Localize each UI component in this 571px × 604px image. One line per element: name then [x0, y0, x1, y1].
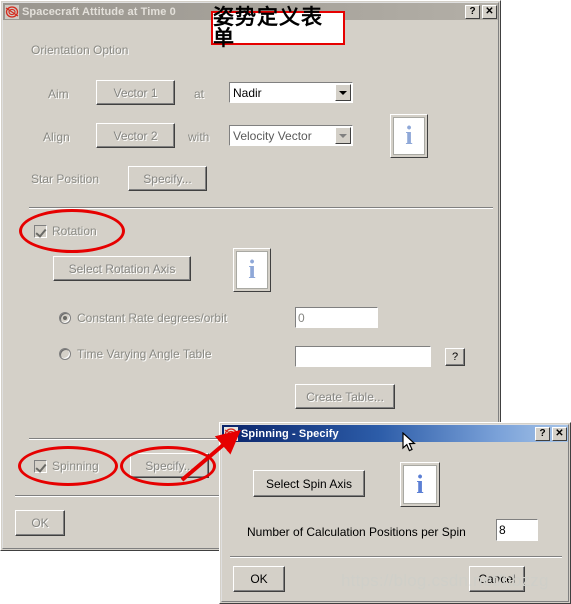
select-spin-axis-label: Select Spin Axis — [265, 476, 353, 491]
align-target-combo[interactable]: Velocity Vector — [229, 125, 353, 146]
constant-rate-label: Constant Rate degrees/orbit — [77, 311, 228, 325]
info-icon: i — [248, 255, 256, 284]
mouse-cursor — [402, 432, 416, 452]
aim-target-value: Nadir — [233, 85, 262, 100]
main-window-title: Spacecraft Attitude at Time 0 — [22, 5, 176, 18]
blog-watermark: https://blog.csdn.net/hbzzg — [341, 571, 549, 590]
aim-label: Aim — [48, 87, 69, 101]
app-icon — [5, 4, 19, 19]
spinning-checkbox-label: Spinning — [52, 459, 99, 473]
time-varying-table-input[interactable] — [295, 346, 431, 367]
select-rotation-axis-label: Select Rotation Axis — [68, 261, 176, 276]
chevron-down-icon[interactable] — [335, 127, 351, 144]
align-target-value: Velocity Vector — [233, 128, 312, 143]
select-spin-axis-button[interactable]: Select Spin Axis — [253, 470, 365, 497]
chevron-down-icon[interactable] — [335, 84, 351, 101]
time-varying-radio[interactable]: Time Varying Angle Table — [59, 347, 212, 361]
app-icon — [224, 426, 238, 441]
main-ok-button[interactable]: OK — [15, 510, 65, 536]
spinning-ok-button[interactable]: OK — [233, 566, 285, 592]
spinning-help-button[interactable]: ? — [535, 426, 550, 441]
select-rotation-axis-button[interactable]: Select Rotation Axis — [53, 256, 191, 281]
rotation-checkbox[interactable]: Rotation — [34, 224, 97, 238]
spinning-info-button[interactable]: i — [400, 462, 440, 507]
aim-target-combo[interactable]: Nadir — [229, 82, 353, 103]
info-icon: i — [416, 469, 424, 499]
spinning-close-button[interactable]: ✕ — [552, 426, 567, 441]
spinning-ok-label: OK — [250, 572, 268, 586]
align-vector-button[interactable]: Vector 2 — [96, 123, 175, 148]
orientation-rotation-divider — [29, 207, 493, 209]
constant-rate-value: 0 — [298, 310, 305, 325]
positions-per-spin-value: 8 — [499, 523, 506, 537]
constant-rate-radio-dot[interactable] — [59, 312, 71, 324]
spinning-checkbox[interactable]: Spinning — [34, 459, 99, 473]
star-position-specify-button[interactable]: Specify... — [128, 166, 207, 191]
spinning-specify-button[interactable]: Specify... — [130, 453, 209, 478]
at-label: at — [194, 87, 205, 101]
spinning-checkbox-box[interactable] — [34, 459, 47, 473]
create-table-button[interactable]: Create Table... — [295, 384, 395, 409]
main-ok-label: OK — [31, 516, 49, 530]
spinning-dialog-titlebar[interactable]: Spinning - Specify ? ✕ — [222, 425, 568, 442]
rotation-checkbox-label: Rotation — [52, 224, 97, 238]
main-help-button[interactable]: ? — [465, 4, 480, 19]
main-window-titlebar[interactable]: Spacecraft Attitude at Time 0 ? ✕ — [3, 3, 498, 20]
positions-per-spin-label: Number of Calculation Positions per Spin — [247, 525, 466, 539]
spinning-dialog-title: Spinning - Specify — [241, 427, 339, 440]
orientation-option-legend: Orientation Option — [31, 43, 129, 57]
orientation-info-button[interactable]: i — [390, 114, 428, 158]
constant-rate-input[interactable]: 0 — [295, 307, 378, 328]
align-vector-button-label: Vector 2 — [113, 128, 158, 143]
positions-per-spin-input[interactable]: 8 — [496, 519, 538, 541]
aim-vector-button[interactable]: Vector 1 — [96, 80, 175, 105]
aim-vector-button-label: Vector 1 — [113, 85, 158, 100]
create-table-label: Create Table... — [306, 389, 384, 404]
rotation-checkbox-box[interactable] — [34, 224, 47, 238]
time-varying-help-button[interactable]: ? — [445, 348, 465, 366]
time-varying-radio-dot[interactable] — [59, 348, 71, 360]
time-varying-help-label: ? — [451, 351, 459, 363]
align-label: Align — [43, 130, 70, 144]
constant-rate-radio[interactable]: Constant Rate degrees/orbit — [59, 311, 227, 325]
time-varying-label: Time Varying Angle Table — [77, 347, 212, 361]
star-position-label: Star Position — [31, 172, 100, 186]
rotation-info-button[interactable]: i — [233, 248, 271, 292]
star-position-specify-label: Specify... — [143, 171, 192, 186]
spinning-specify-label: Specify... — [145, 458, 194, 473]
spinning-dialog-divider — [230, 556, 562, 558]
main-close-button[interactable]: ✕ — [482, 4, 497, 19]
with-label: with — [188, 130, 210, 144]
info-icon: i — [405, 121, 413, 150]
